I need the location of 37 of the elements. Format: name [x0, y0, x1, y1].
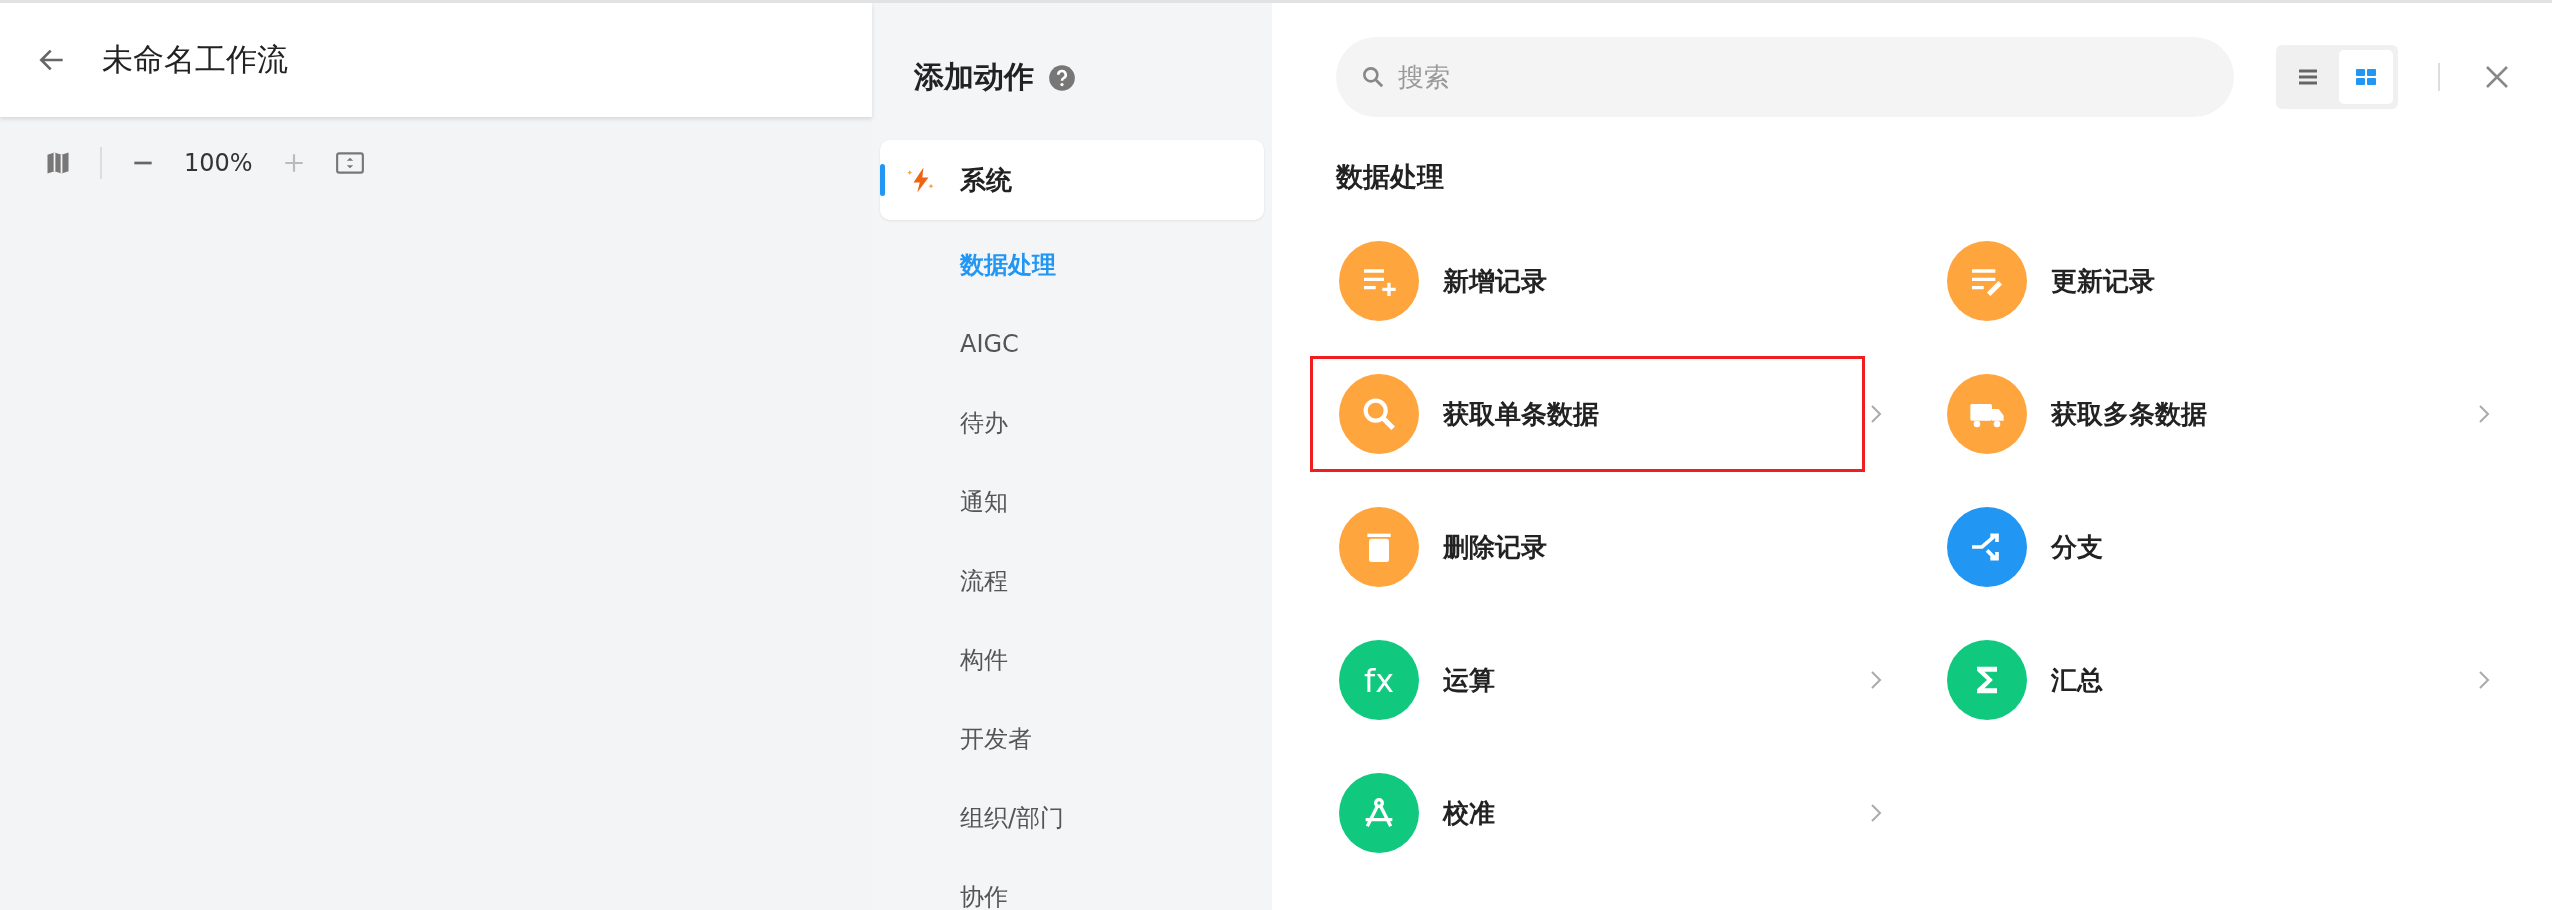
action-label: 汇总: [2051, 663, 2104, 697]
action-item[interactable]: 新增记录: [1310, 223, 1865, 339]
subcategory-item[interactable]: 协作: [880, 858, 1264, 910]
action-item[interactable]: 获取多条数据: [1918, 356, 2473, 472]
category-item[interactable]: 系统: [880, 140, 1264, 220]
action-icon: fx: [1339, 640, 1419, 720]
action-label: 运算: [1443, 663, 1496, 697]
action-label: 新增记录: [1443, 264, 1548, 298]
help-icon[interactable]: [1048, 63, 1076, 92]
grid-view-button[interactable]: [2339, 50, 2393, 104]
action-item[interactable]: 删除记录: [1310, 489, 1865, 605]
subcategory-item[interactable]: 开发者: [880, 700, 1264, 779]
action-label: 更新记录: [2051, 264, 2156, 298]
action-label: 分支: [2051, 530, 2104, 564]
search-field[interactable]: 搜索: [1336, 37, 2234, 117]
panel-title: 添加动作: [914, 58, 1034, 96]
action-label: 获取多条数据: [2051, 397, 2208, 431]
search-icon: [1360, 64, 1386, 90]
subcategory-item[interactable]: AIGC: [880, 305, 1264, 384]
action-label: 获取单条数据: [1443, 397, 1600, 431]
section-title: 数据处理: [1336, 160, 1445, 194]
action-label: 删除记录: [1443, 530, 1548, 564]
zoom-level: 100%: [184, 149, 253, 177]
action-item[interactable]: 汇总: [1918, 622, 2473, 738]
action-item[interactable]: 校准: [1310, 755, 1865, 871]
subcategory-item[interactable]: 通知: [880, 463, 1264, 542]
selection-indicator: [880, 164, 885, 196]
action-item[interactable]: 更新记录: [1918, 223, 2473, 339]
subcategory-item[interactable]: 组织/部门: [880, 779, 1264, 858]
subcategory-item[interactable]: 构件: [880, 621, 1264, 700]
action-item[interactable]: 分支: [1918, 489, 2473, 605]
fit-screen-icon[interactable]: [334, 150, 365, 176]
action-label: 校准: [1443, 796, 1496, 830]
subcategory-item[interactable]: 流程: [880, 542, 1264, 621]
action-item[interactable]: fx 运算: [1310, 622, 1865, 738]
subcategory-item[interactable]: 待办: [880, 384, 1264, 463]
workflow-title: 未命名工作流: [102, 40, 288, 79]
